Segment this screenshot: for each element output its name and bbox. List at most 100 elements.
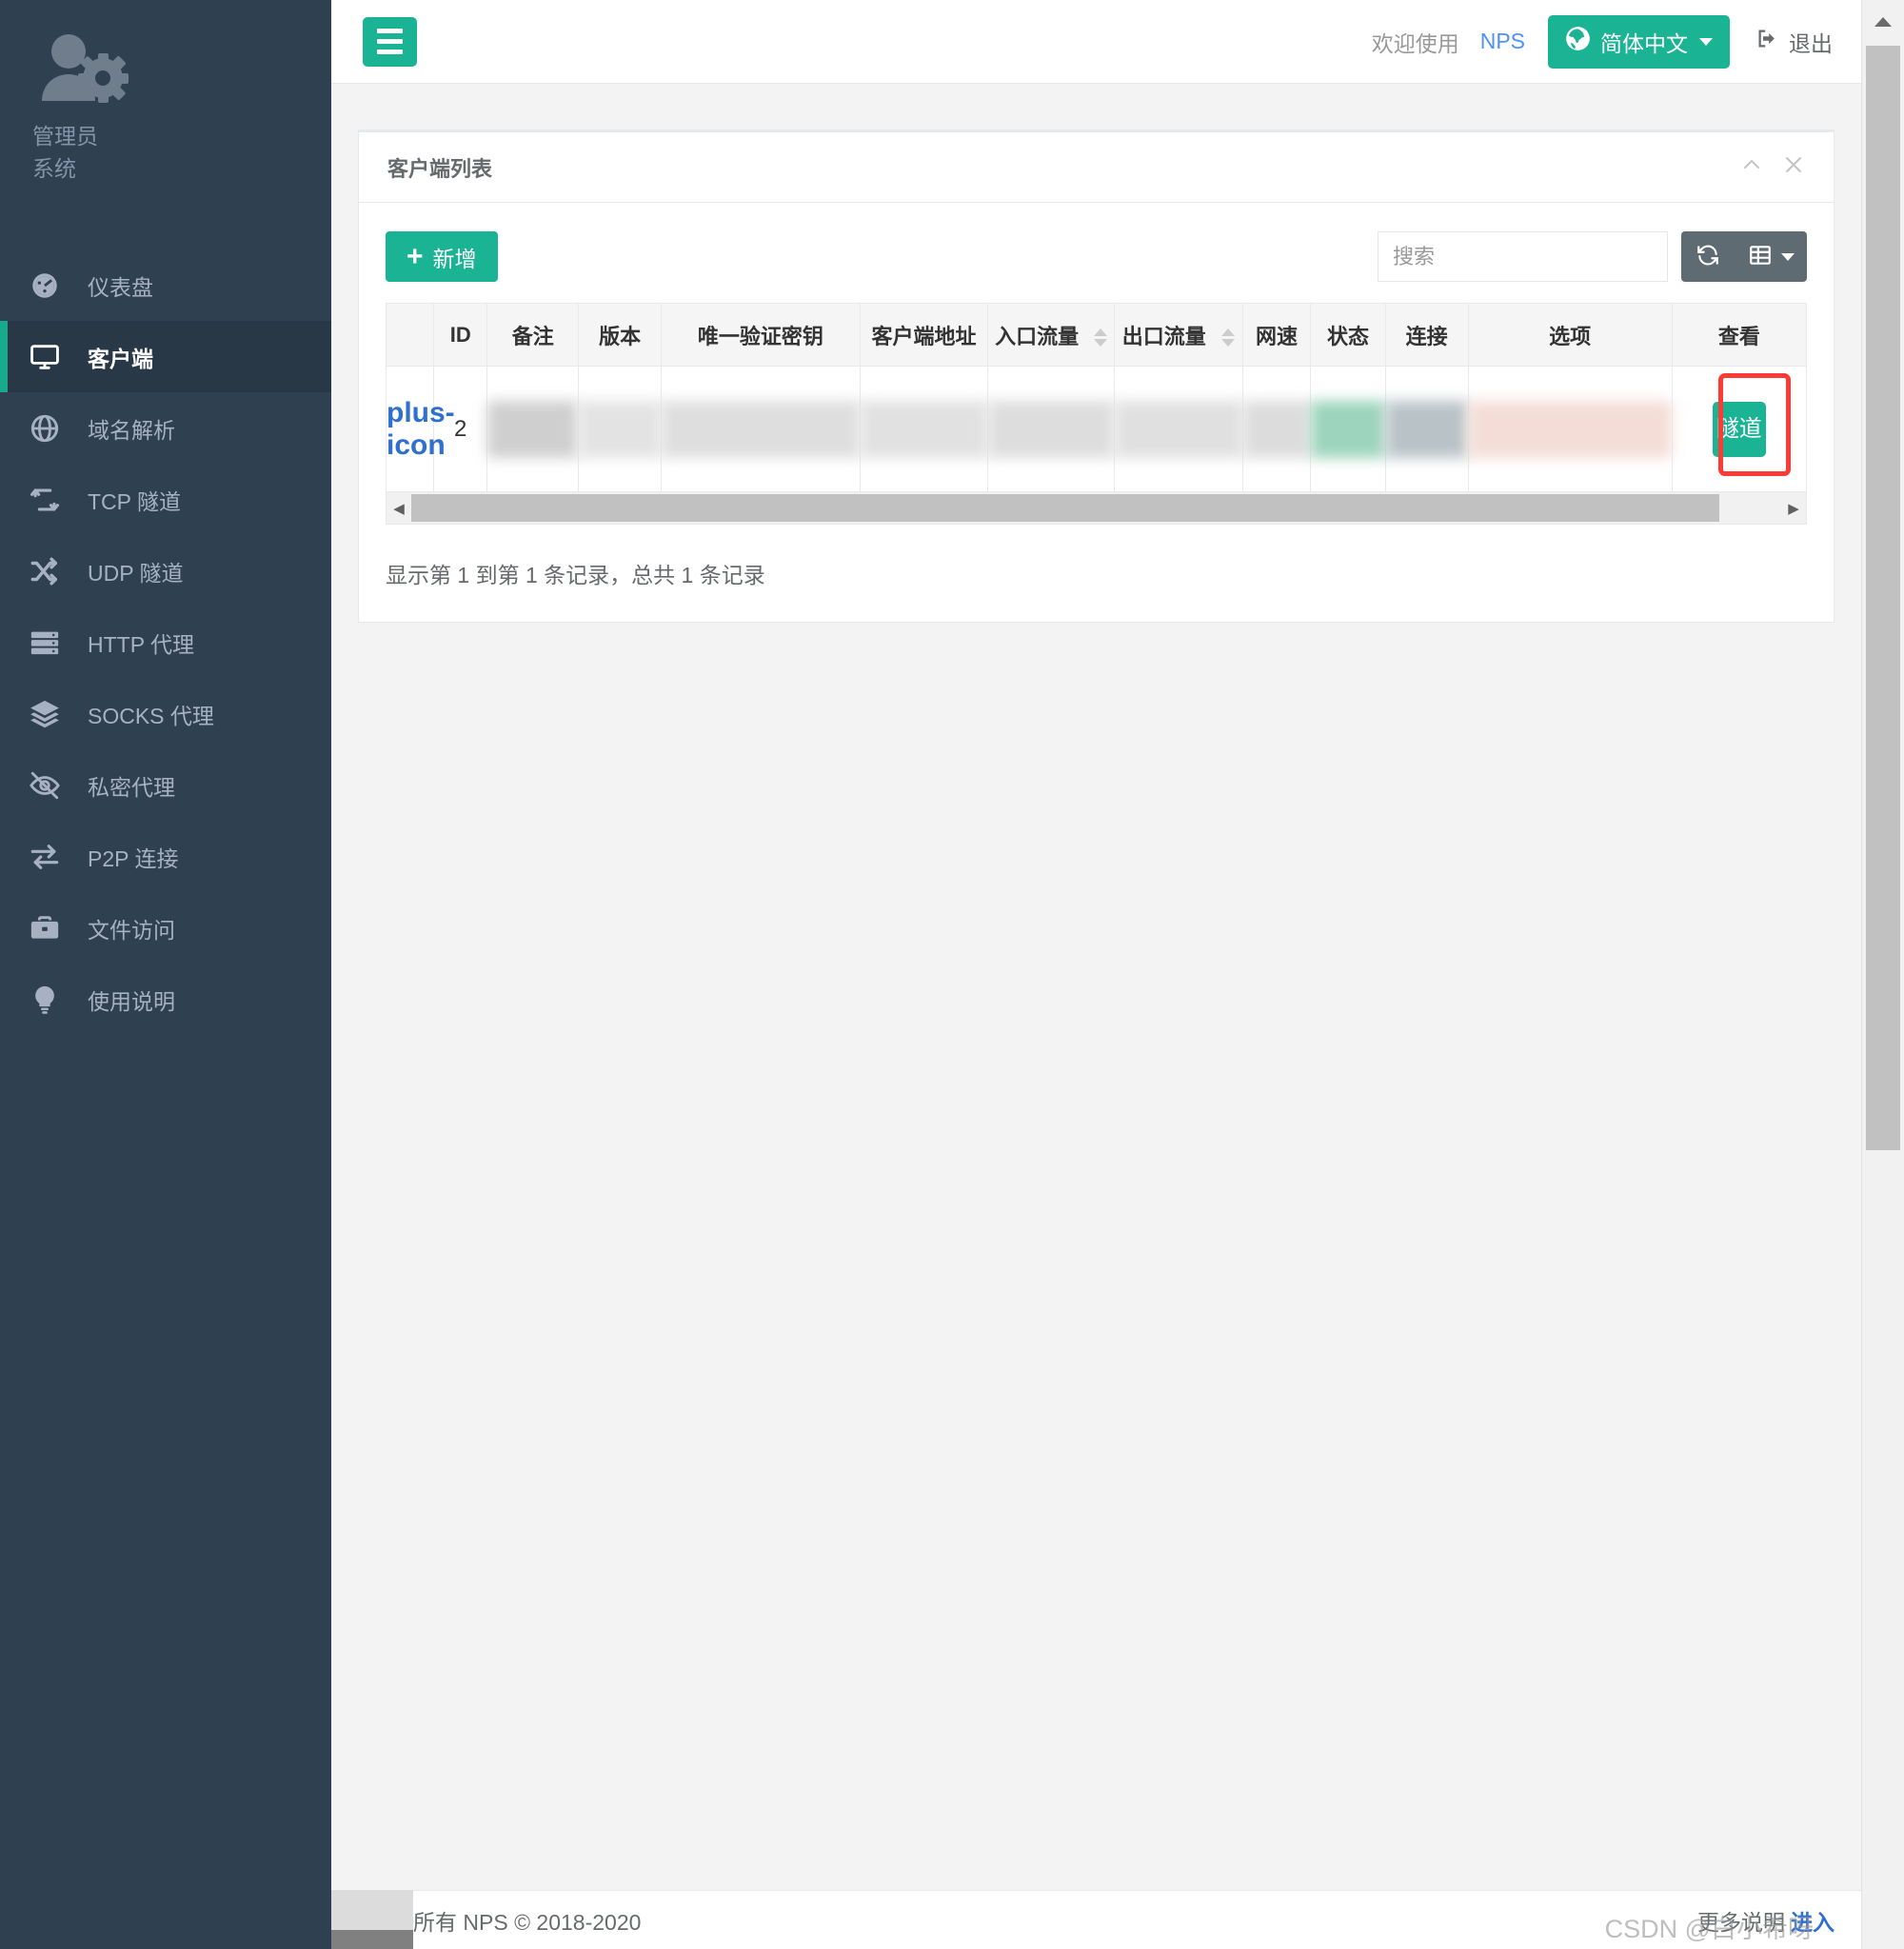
row-expand-button[interactable]: plus-icon	[386, 366, 455, 492]
panel-body: + 新增 搜索 ID 备注 版本 唯一验证密钥 客户端地址 入口流量 出口流量 …	[359, 203, 1834, 622]
client-table-wrapper: ID 备注 版本 唯一验证密钥 客户端地址 入口流量 出口流量 网速 状态 连接…	[386, 303, 1808, 492]
sort-arrows-icon	[1220, 328, 1235, 348]
table-header-row: ID 备注 版本 唯一验证密钥 客户端地址 入口流量 出口流量 网速 状态 连接…	[386, 303, 1808, 367]
redacted-options-buttons	[1468, 400, 1672, 458]
sidebar-item-label: 域名解析	[88, 417, 175, 443]
welcome-text: 欢迎使用	[1371, 30, 1459, 56]
cell-address	[859, 366, 989, 492]
sidebar-item-help[interactable]: 使用说明	[0, 964, 331, 1035]
chevron-left-icon[interactable]: ◀	[387, 500, 411, 517]
toolbar-right	[1378, 231, 1807, 282]
sidebar-item-client[interactable]: 客户端	[0, 321, 331, 392]
sidebar-item-tcp-tunnel[interactable]: TCP 隧道	[0, 464, 331, 535]
footer-enter-link[interactable]: 进入	[1791, 1910, 1835, 1935]
refresh-button[interactable]	[1681, 231, 1735, 282]
page-title: 客户端列表	[387, 156, 493, 181]
scroll-up-arrow-icon[interactable]	[1862, 0, 1904, 44]
sidebar-item-label: UDP 隧道	[88, 560, 184, 586]
redacted-status-badge	[1311, 400, 1385, 458]
cell-speed	[1241, 366, 1312, 492]
sidebar-item-label: 私密代理	[88, 774, 175, 800]
th-options: 选项	[1467, 303, 1673, 367]
hscroll-thumb[interactable]	[411, 494, 1720, 522]
profile-name: 管理员	[32, 124, 98, 149]
chevron-right-icon[interactable]: ▶	[1781, 500, 1806, 517]
table-button-group	[1681, 231, 1807, 282]
two-arrows-icon	[29, 841, 78, 873]
chevron-up-icon[interactable]	[1740, 153, 1763, 181]
cell-remark	[486, 366, 580, 492]
language-label: 简体中文	[1600, 30, 1688, 56]
panel-tools	[1740, 153, 1805, 181]
logout-label: 退出	[1789, 30, 1833, 56]
sidebar-item-socks-proxy[interactable]: SOCKS 代理	[0, 678, 331, 749]
plus-icon: +	[407, 240, 424, 272]
sidebar-item-file-access[interactable]: 文件访问	[0, 892, 331, 964]
sidebar-item-p2p[interactable]: P2P 连接	[0, 821, 331, 892]
add-button-label: 新增	[432, 246, 477, 271]
monitor-icon	[29, 341, 78, 373]
cell-version	[578, 366, 663, 492]
redacted-value	[1114, 400, 1242, 458]
language-selector[interactable]: 简体中文	[1548, 14, 1730, 69]
sidebar-item-label: 客户端	[88, 346, 153, 371]
table-body: plus-icon 2 隧道	[386, 366, 1808, 492]
cell-out-traffic	[1113, 366, 1243, 492]
hamburger-icon[interactable]	[363, 16, 417, 67]
nps-link[interactable]: NPS	[1480, 29, 1525, 54]
th-remark[interactable]: 备注	[486, 303, 580, 367]
th-expand	[386, 303, 434, 367]
refresh-icon	[1696, 243, 1720, 270]
lightbulb-icon	[29, 984, 78, 1016]
th-connection[interactable]: 连接	[1384, 303, 1469, 367]
redacted-value	[487, 400, 579, 458]
layers-icon	[29, 698, 78, 730]
logout-button[interactable]: 退出	[1755, 26, 1833, 58]
chevron-down-icon	[1780, 252, 1795, 261]
th-vkey[interactable]: 唯一验证密钥	[661, 303, 861, 367]
sidebar-profile: 管理员 系统	[0, 0, 331, 185]
table-columns-icon	[1748, 243, 1773, 270]
main-content: 欢迎使用 NPS 简体中文 退出 客户端列表 + 新增 搜索 ID 备注 版本 …	[331, 0, 1861, 1949]
th-address[interactable]: 客户端地址	[859, 303, 989, 367]
sidebar-item-udp-tunnel[interactable]: UDP 隧道	[0, 535, 331, 607]
sidebar-item-private-proxy[interactable]: 私密代理	[0, 749, 331, 821]
sidebar-item-dashboard[interactable]: 仪表盘	[0, 249, 331, 321]
th-version[interactable]: 版本	[578, 303, 663, 367]
sign-out-icon	[1755, 26, 1780, 57]
search-input[interactable]	[1378, 231, 1668, 282]
eye-slash-icon	[29, 769, 78, 802]
add-button[interactable]: + 新增	[386, 231, 498, 282]
exchange-arrows-icon	[29, 484, 78, 516]
sidebar-item-label: TCP 隧道	[88, 488, 181, 514]
cell-in-traffic	[987, 366, 1115, 492]
table-head: ID 备注 版本 唯一验证密钥 客户端地址 入口流量 出口流量 网速 状态 连接…	[386, 303, 1808, 367]
panel-header: 客户端列表	[359, 132, 1834, 203]
table-horizontal-scrollbar[interactable]: ◀ ▶	[386, 492, 1807, 525]
th-status[interactable]: 状态	[1310, 303, 1386, 367]
hscroll-track[interactable]	[411, 492, 1781, 524]
th-in-traffic[interactable]: 入口流量	[987, 303, 1115, 367]
redacted-value	[1242, 400, 1311, 458]
cell-status	[1310, 366, 1386, 492]
sidebar-item-label: SOCKS 代理	[88, 703, 214, 728]
page-vertical-scrollbar[interactable]	[1861, 0, 1904, 1949]
sidebar-item-domain[interactable]: 域名解析	[0, 392, 331, 464]
th-out-traffic[interactable]: 出口流量	[1113, 303, 1243, 367]
vscroll-thumb[interactable]	[1866, 46, 1900, 1150]
globe-icon	[1565, 26, 1591, 57]
profile-sub: 系统	[32, 156, 76, 181]
tunnel-button[interactable]: 隧道	[1712, 401, 1766, 457]
globe-icon	[29, 412, 78, 445]
footer-copyright: 所有 NPS © 2018-2020	[413, 1909, 642, 1935]
sidebar-item-http-proxy[interactable]: HTTP 代理	[0, 607, 331, 678]
th-speed[interactable]: 网速	[1241, 303, 1312, 367]
close-icon[interactable]	[1782, 153, 1805, 181]
sidebar: 管理员 系统 仪表盘 客户端 域名解析 TCP 隧道 UDP 隧道 HTTP 代…	[0, 0, 331, 1949]
footer-more-label: 更多说明	[1697, 1909, 1785, 1935]
th-id[interactable]: ID	[432, 303, 488, 367]
sidebar-item-label: 仪表盘	[88, 274, 153, 300]
sort-arrows-icon	[1094, 328, 1108, 348]
dashboard-icon	[29, 269, 78, 302]
columns-button[interactable]	[1735, 231, 1807, 282]
